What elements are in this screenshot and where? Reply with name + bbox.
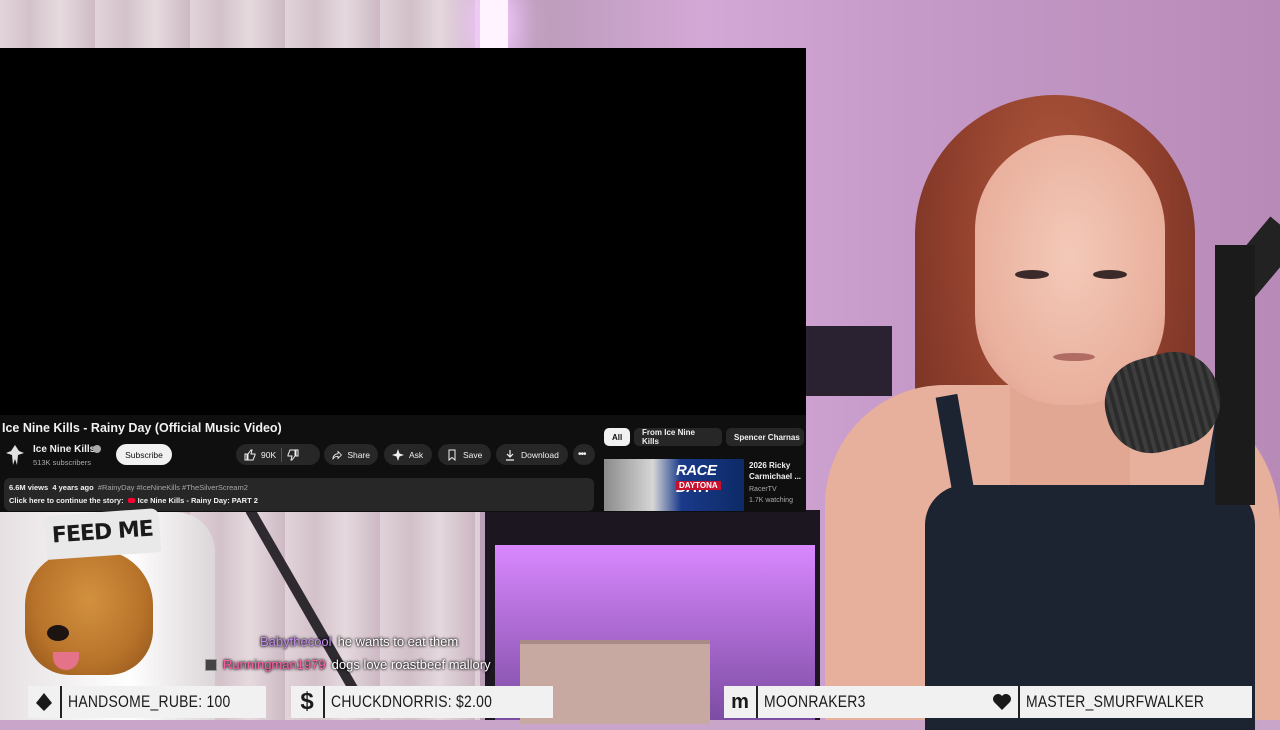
- subscribe-button[interactable]: Subscribe: [116, 444, 172, 465]
- chat-message: Runningman1979 dogs love roastbeef mallo…: [205, 653, 491, 676]
- dog-hat-text: FEED ME: [51, 516, 154, 549]
- chat-username[interactable]: Babythecool: [260, 634, 332, 649]
- heart-icon: [986, 686, 1020, 718]
- alert-latest-donation: $ CHUCKDNORRIS: $2.00: [291, 686, 553, 718]
- download-label: Download: [521, 449, 559, 460]
- chat-text: dogs love roastbeef mallory: [331, 657, 491, 672]
- recommended-thumbnail[interactable]: RACE DAY! DAYTONA: [604, 459, 744, 511]
- verified-icon: [93, 445, 101, 453]
- video-player[interactable]: [0, 48, 806, 415]
- alert-text: MASTER_SMURFWALKER: [1020, 686, 1252, 718]
- mouth: [1053, 353, 1095, 361]
- hashtags[interactable]: #RainyDay #IceNineKills #TheSilverScream…: [98, 483, 248, 492]
- ask-button[interactable]: Ask: [384, 444, 432, 465]
- youtube-overlay: Ice Nine Kills - Rainy Day (Official Mus…: [0, 48, 806, 512]
- share-icon: [332, 450, 343, 459]
- triangle-icon: [28, 686, 62, 718]
- more-options-button[interactable]: •••: [573, 444, 595, 465]
- channel-subscribers: 513K subscribers: [33, 458, 91, 467]
- dog-nose: [47, 625, 69, 641]
- story-link[interactable]: Ice Nine Kills - Rainy Day: PART 2: [138, 496, 258, 505]
- chat-overlay: Babythecool he wants to eat them Running…: [205, 630, 491, 676]
- light-strip: [480, 0, 508, 48]
- alert-latest-member: m MOONRAKER3: [724, 686, 988, 718]
- m-logo-icon: m: [724, 686, 758, 718]
- thumb-subtitle: DAYTONA: [676, 481, 721, 490]
- dollar-icon: $: [291, 686, 325, 718]
- description-meta: 6.6M views 4 years ago #RainyDay #IceNin…: [9, 483, 248, 492]
- dog-hat: FEED ME: [43, 508, 162, 560]
- thumb-title: RACE DAY!: [676, 462, 717, 496]
- story-prefix: Click here to continue the story:: [9, 496, 124, 505]
- recommended-watching: 1.7K watching: [749, 497, 793, 504]
- chat-badge-icon: [205, 658, 217, 671]
- share-button[interactable]: Share: [324, 444, 378, 465]
- alert-label: CHUCKDNORRIS: $2.00: [331, 692, 493, 711]
- left-eye: [1015, 270, 1049, 279]
- thumbs-down-icon[interactable]: [287, 449, 299, 461]
- like-count[interactable]: 90K: [261, 450, 276, 460]
- thumbs-up-icon[interactable]: [244, 449, 256, 461]
- save-button[interactable]: Save: [438, 444, 491, 465]
- alert-label: MASTER_SMURFWALKER: [1026, 692, 1205, 711]
- description-story: Click here to continue the story: Ice Nin…: [9, 496, 258, 505]
- chat-username[interactable]: Runningman1979: [223, 657, 326, 672]
- download-icon: [506, 449, 514, 461]
- channel-name[interactable]: Ice Nine Kills: [33, 444, 95, 455]
- dog-head: [25, 550, 153, 675]
- alert-latest-follower: MASTER_SMURFWALKER: [986, 686, 1252, 718]
- description-box[interactable]: 6.6M views 4 years ago #RainyDay #IceNin…: [4, 478, 594, 511]
- right-eye: [1093, 270, 1127, 279]
- chat-text: he wants to eat them: [337, 634, 459, 649]
- more-icon: •••: [578, 449, 586, 460]
- bookmark-icon: [448, 449, 456, 461]
- video-title: Ice Nine Kills - Rainy Day (Official Mus…: [2, 421, 282, 435]
- alert-text: HANDSOME_RUBE: 100: [62, 686, 266, 718]
- upload-age: 4 years ago: [52, 483, 94, 492]
- youtube-play-icon: [127, 498, 135, 503]
- mic-arm: [1215, 245, 1255, 505]
- download-button[interactable]: Download: [496, 444, 568, 465]
- alert-text: MOONRAKER3: [758, 686, 988, 718]
- chip-from-ice-nine-kills[interactable]: From Ice Nine Kills: [634, 428, 722, 446]
- view-count: 6.6M views: [9, 483, 49, 492]
- alert-latest-bits: HANDSOME_RUBE: 100: [28, 686, 266, 718]
- alert-text: CHUCKDNORRIS: $2.00: [325, 686, 553, 718]
- like-divider: [281, 447, 283, 462]
- ask-label: Ask: [409, 449, 424, 460]
- chip-all[interactable]: All: [604, 428, 630, 446]
- alert-label: MOONRAKER3: [764, 692, 866, 711]
- save-label: Save: [463, 449, 483, 460]
- dog-tongue: [53, 652, 79, 670]
- sparkle-icon: [392, 448, 404, 461]
- alert-label: HANDSOME_RUBE: 100: [68, 692, 231, 711]
- like-dislike-group: 90K: [236, 444, 320, 465]
- chat-message: Babythecool he wants to eat them: [205, 630, 491, 653]
- feed-me-dog-overlay: FEED ME: [20, 508, 162, 677]
- channel-avatar-icon[interactable]: [6, 445, 24, 465]
- chip-spencer-charnas[interactable]: Spencer Charnas: [726, 428, 804, 446]
- share-label: Share: [347, 449, 370, 460]
- recommended-channel[interactable]: RacerTV: [749, 486, 777, 493]
- recommended-title[interactable]: 2026 Ricky Carmichael ...: [749, 460, 804, 482]
